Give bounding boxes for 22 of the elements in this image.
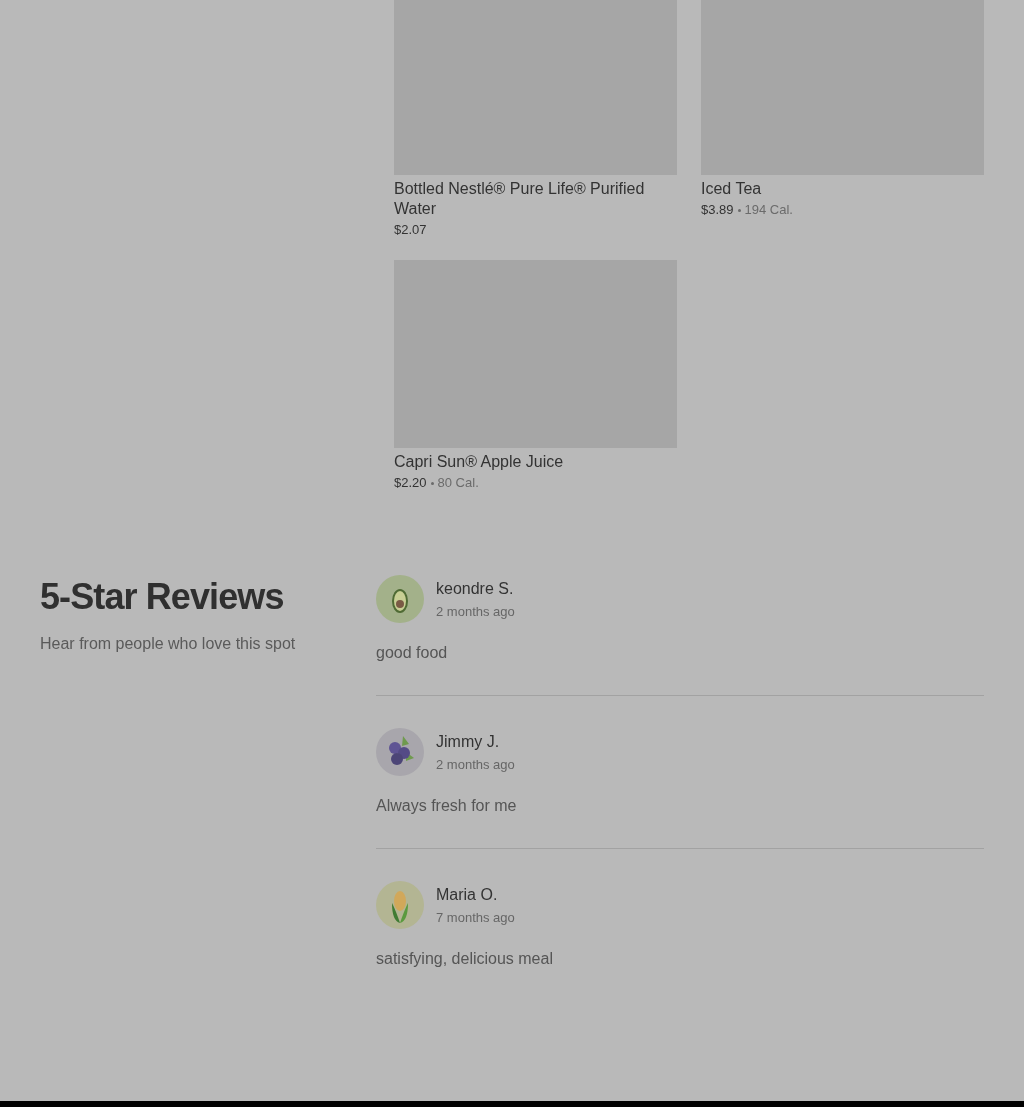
review-text: satisfying, delicious meal <box>376 949 554 969</box>
avocado-avatar-icon <box>376 575 424 623</box>
product-price: $2.07 <box>394 222 427 238</box>
product-name: Iced Tea <box>701 179 763 199</box>
review-date: 7 months ago <box>436 909 515 926</box>
product-calories: 194 Cal. <box>744 202 793 218</box>
reviewer-name: Jimmy J. <box>436 731 501 752</box>
section-subtitle: Hear from people who love this spot <box>40 634 297 654</box>
reviewer-name: Maria O. <box>436 884 499 905</box>
product-calories: 80 Cal. <box>437 475 479 491</box>
blueberry-avatar-icon <box>376 728 424 776</box>
reviewer-name: keondre S. <box>436 578 515 599</box>
product-name: Bottled Nestlé® Pure Life® Purified Water <box>394 179 646 219</box>
corn-avatar-icon <box>376 881 424 929</box>
review-text: Always fresh for me <box>376 796 518 816</box>
product-price: $3.89 <box>701 202 734 218</box>
product-price: $2.20 <box>394 475 427 491</box>
review-text: good food <box>376 643 449 663</box>
review-date: 2 months ago <box>436 603 515 620</box>
product-name: Capri Sun® Apple Juice <box>394 452 565 472</box>
review-date: 2 months ago <box>436 756 515 773</box>
section-title: 5-Star Reviews <box>40 575 285 619</box>
